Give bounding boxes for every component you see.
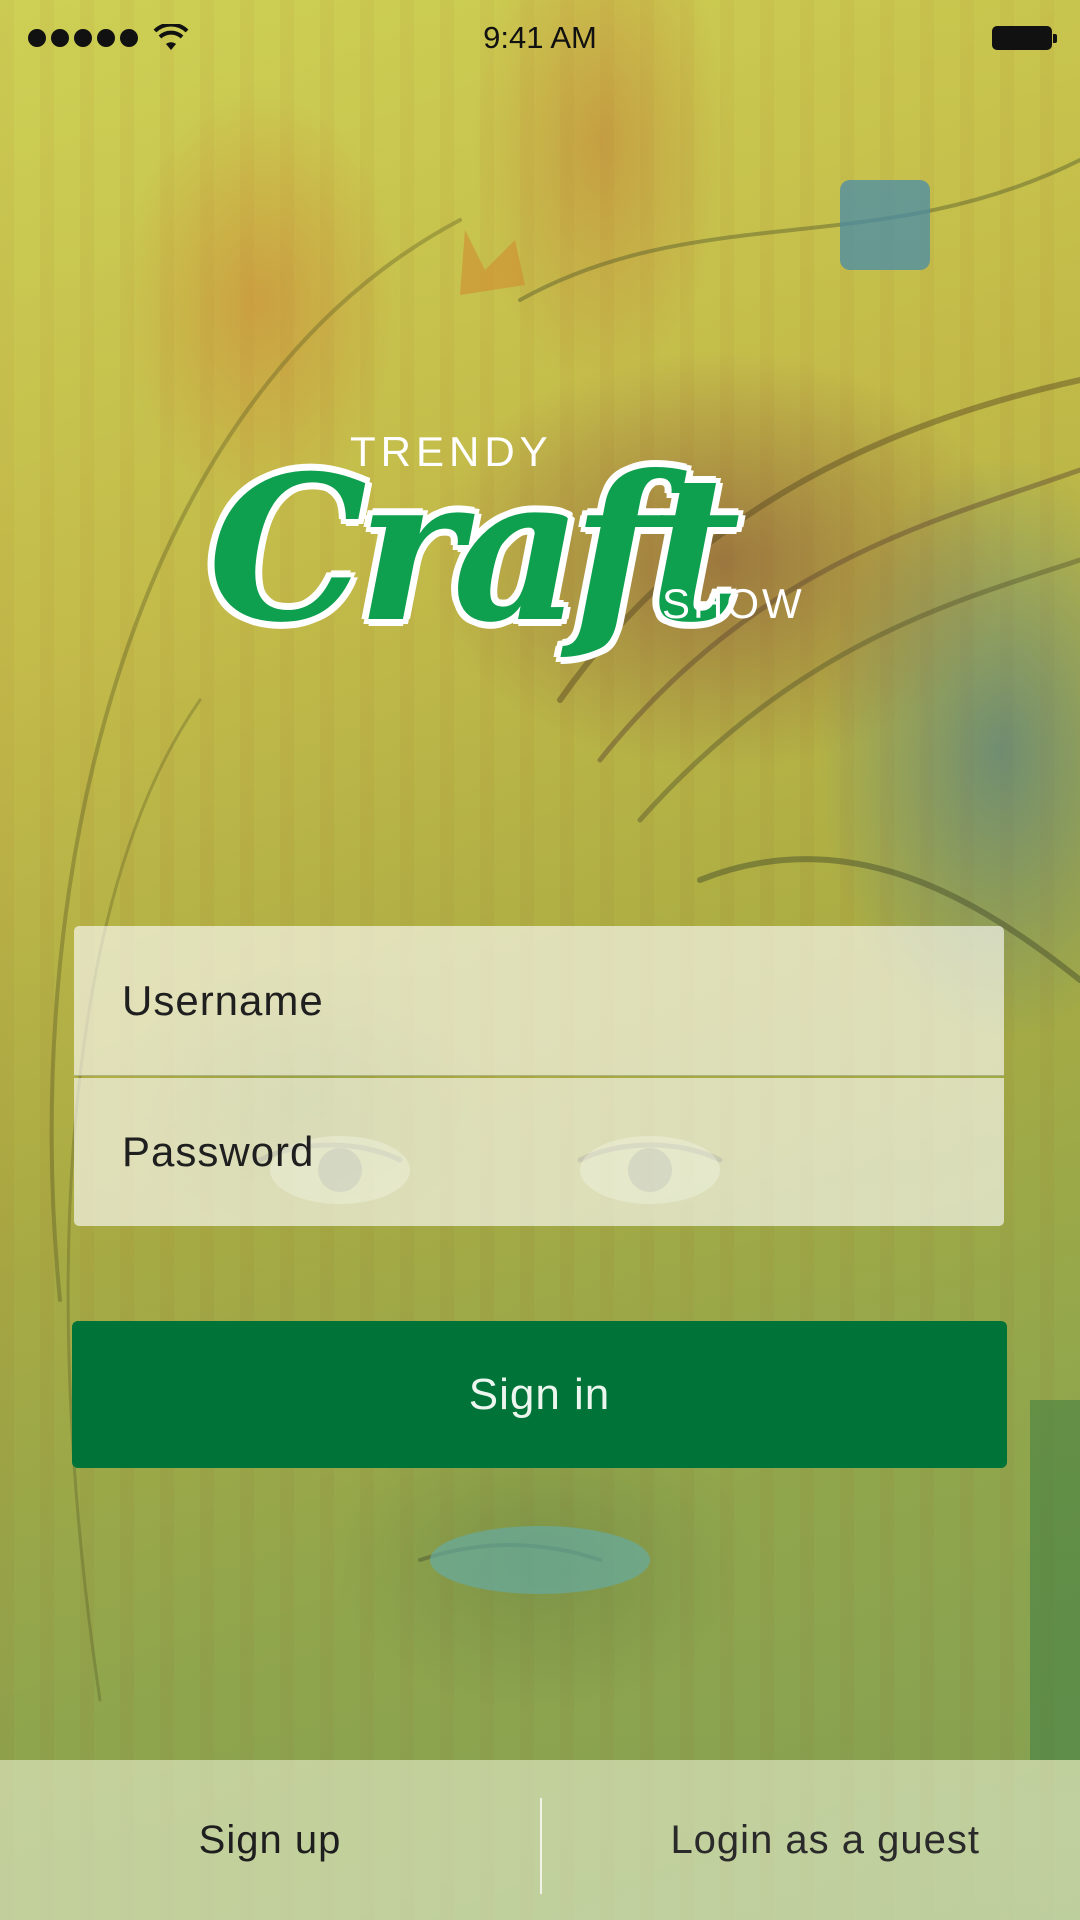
- sign-up-label: Sign up: [198, 1817, 342, 1862]
- guest-login-link[interactable]: Login as a guest: [540, 1760, 1080, 1920]
- bottom-divider: [540, 1798, 542, 1894]
- status-time: 9:41 AM: [483, 20, 597, 55]
- login-form: [74, 926, 1004, 1226]
- password-input[interactable]: [74, 1078, 1004, 1226]
- battery-icon: [992, 26, 1057, 50]
- bottom-bar: Sign up Login as a guest: [0, 1760, 1080, 1920]
- sign-in-button[interactable]: Sign in: [72, 1321, 1007, 1468]
- sign-up-link[interactable]: Sign up: [0, 1760, 540, 1920]
- guest-login-label: Login as a guest: [670, 1817, 980, 1862]
- login-screen: 9:41 AM TRENDY Craft SHOW Sign in Sign u…: [0, 0, 1080, 1920]
- username-input[interactable]: [74, 926, 1004, 1076]
- app-logo: TRENDY Craft SHOW: [200, 420, 840, 700]
- logo-show-text: SHOW: [662, 580, 805, 627]
- status-bar: 9:41 AM: [0, 0, 1080, 76]
- logo-craft-text: Craft: [208, 432, 741, 667]
